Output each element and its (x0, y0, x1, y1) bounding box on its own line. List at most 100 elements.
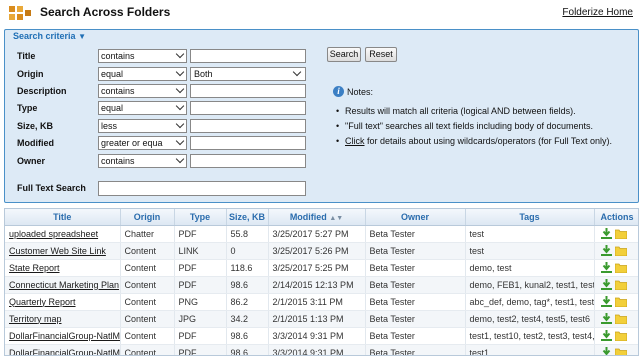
note-item: "Full text" searches all text fields inc… (333, 119, 633, 134)
chevron-down-icon (175, 137, 185, 146)
cell-tags: demo, test2, test4, test5, test6 (465, 310, 595, 328)
column-header-type[interactable]: Type (174, 209, 227, 226)
cell-modified: 3/25/2017 5:26 PM (268, 242, 366, 260)
cell-title[interactable]: Customer Web Site Link (5, 242, 121, 260)
cell-type: PNG (174, 293, 227, 311)
cell-title[interactable]: State Report (5, 259, 121, 277)
cell-title[interactable]: Territory map (5, 310, 121, 328)
column-header-modified[interactable]: Modified ▲▼ (268, 209, 366, 226)
title-criterion-label: Title (17, 51, 36, 61)
notes-box: i Notes: Results will match all criteria… (333, 86, 633, 149)
folder-icon[interactable] (614, 263, 627, 273)
note-item: Click for details about using wildcards/… (333, 134, 633, 149)
search-button[interactable]: Search (327, 47, 361, 62)
cell-owner: Beta Tester (365, 225, 466, 243)
cell-title[interactable]: Quarterly Report (5, 293, 121, 311)
cell-actions (594, 242, 638, 260)
cell-title[interactable]: DollarFinancialGroup-NatlMon (5, 344, 121, 355)
cell-owner: Beta Tester (365, 276, 466, 294)
cell-modified: 2/14/2015 12:13 PM (268, 276, 366, 294)
origin-operator-select[interactable]: equal (98, 67, 187, 81)
column-header-title[interactable]: Title (5, 209, 121, 226)
cell-owner: Beta Tester (365, 344, 466, 355)
sort-arrow-icon: ▲▼ (329, 214, 344, 222)
full-text-search-label: Full Text Search (17, 183, 86, 193)
column-header-size[interactable]: Size, KB (226, 209, 269, 226)
title-operator-select[interactable]: contains (98, 49, 187, 63)
cell-origin: Content (120, 276, 175, 294)
cell-modified: 3/25/2017 5:25 PM (268, 259, 366, 277)
size-criterion-label: Size, KB (17, 121, 54, 131)
cell-tags: test1 (465, 344, 595, 355)
search-criteria-toggle[interactable]: Search criteria ▼ (13, 31, 86, 41)
results-table-container: Title Origin Type Size, KB Modified ▲▼ O… (4, 208, 639, 356)
cell-actions (594, 276, 638, 294)
collapse-arrow-icon: ▼ (78, 32, 86, 41)
owner-operator-select[interactable]: contains (98, 154, 187, 168)
owner-value-input[interactable] (190, 154, 306, 168)
cell-owner: Beta Tester (365, 327, 466, 345)
folderize-home-link[interactable]: Folderize Home (562, 7, 633, 18)
modified-value-input[interactable] (190, 136, 306, 150)
title-value-input[interactable] (190, 49, 306, 63)
cell-modified: 3/3/2014 9:31 PM (268, 344, 366, 355)
owner-criterion-label: Owner (17, 156, 46, 166)
folder-icon[interactable] (614, 246, 627, 256)
cell-origin: Content (120, 310, 175, 328)
cell-title[interactable]: Connecticut Marketing Plan (5, 276, 121, 294)
cell-size: 98.6 (226, 344, 269, 355)
type-criterion-label: Type (17, 103, 38, 113)
download-icon[interactable] (600, 330, 612, 342)
cell-origin: Content (120, 293, 175, 311)
cell-size: 55.8 (226, 225, 269, 243)
column-header-owner[interactable]: Owner (365, 209, 466, 226)
modified-operator-select[interactable]: greater or equa (98, 136, 187, 150)
size-value-input[interactable] (190, 119, 306, 133)
download-icon[interactable] (601, 347, 612, 356)
cell-actions (594, 310, 638, 328)
column-header-tags[interactable]: Tags (465, 209, 595, 226)
column-header-origin[interactable]: Origin (120, 209, 175, 226)
download-icon[interactable] (600, 245, 612, 257)
folder-icon[interactable] (614, 348, 627, 356)
download-icon[interactable] (600, 279, 612, 291)
folder-icon[interactable] (614, 297, 627, 307)
download-icon[interactable] (600, 313, 612, 325)
wildcards-help-link[interactable]: Click (345, 136, 365, 146)
origin-value-select[interactable]: Both (190, 67, 306, 81)
cell-size: 118.6 (226, 259, 269, 277)
cell-size: 34.2 (226, 310, 269, 328)
cell-title[interactable]: uploaded spreadsheet (5, 225, 121, 243)
download-icon[interactable] (600, 228, 612, 240)
cell-owner: Beta Tester (365, 310, 466, 328)
size-operator-select[interactable]: less (98, 119, 187, 133)
search-criteria-legend: Search criteria (13, 31, 76, 41)
table-row: uploaded spreadsheet Chatter PDF 55.8 3/25/2… (5, 225, 638, 243)
note-item: Results will match all criteria (logical… (333, 104, 633, 119)
modified-criterion-label: Modified (17, 138, 54, 148)
chevron-down-icon (175, 102, 185, 111)
type-value-input[interactable] (190, 101, 306, 115)
type-operator-select[interactable]: equal (98, 101, 187, 115)
chevron-down-icon (292, 67, 302, 77)
folder-icon[interactable] (614, 314, 627, 324)
chevron-down-icon (175, 120, 185, 129)
cell-actions (594, 327, 638, 345)
table-row: State Report Content PDF 118.6 3/25/2017 5:2… (5, 259, 638, 277)
folder-icon[interactable] (614, 280, 627, 290)
chevron-down-icon (175, 85, 185, 94)
cell-type: PDF (174, 327, 227, 345)
description-value-input[interactable] (190, 84, 306, 98)
page-title: Search Across Folders (40, 5, 171, 19)
download-icon[interactable] (600, 296, 612, 308)
description-operator-select[interactable]: contains (98, 84, 187, 98)
reset-button[interactable]: Reset (365, 47, 397, 62)
download-icon[interactable] (600, 262, 612, 274)
column-header-actions: Actions (594, 209, 638, 226)
cell-title[interactable]: DollarFinancialGroup-NatlMon (5, 327, 121, 345)
folder-icon[interactable] (614, 331, 627, 341)
results-table: Title Origin Type Size, KB Modified ▲▼ O… (5, 209, 638, 356)
cell-size: 0 (226, 242, 269, 260)
full-text-search-input[interactable] (98, 181, 306, 196)
folder-icon[interactable] (614, 229, 627, 239)
